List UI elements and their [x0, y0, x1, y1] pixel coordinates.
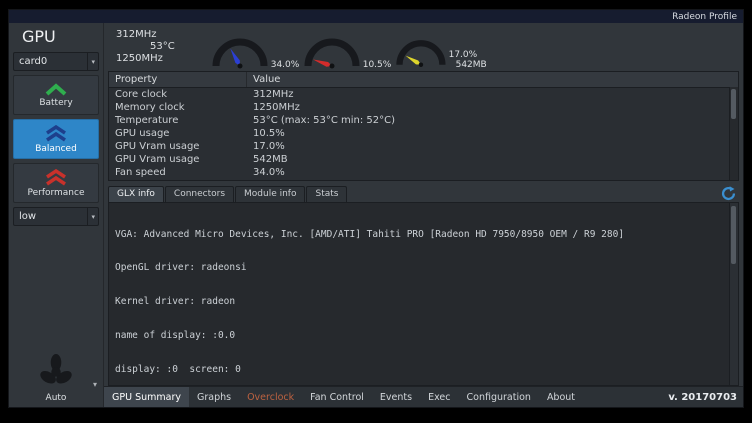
tab-overclock[interactable]: Overclock: [239, 387, 302, 407]
glx-line: Kernel driver: radeon: [115, 296, 732, 307]
temperature-label: 53°C: [150, 41, 175, 53]
gpu-label: GPU: [22, 27, 103, 46]
tab-exec[interactable]: Exec: [420, 387, 458, 407]
battery-profile-button[interactable]: Battery: [13, 75, 99, 115]
chevron-down-icon: ▾: [87, 208, 98, 225]
property-cell: Temperature: [109, 115, 247, 126]
balanced-icon: [44, 125, 68, 142]
table-row: Temperature 53°C (max: 53°C min: 52°C): [109, 114, 738, 127]
glx-line: OpenGL driver: radeonsi: [115, 262, 732, 273]
table-row: GPU Vram usage 542MB: [109, 153, 738, 166]
refresh-icon: [721, 186, 736, 201]
property-cell: GPU Vram usage: [109, 141, 247, 152]
tab-gpu-summary[interactable]: GPU Summary: [104, 387, 189, 407]
window-title: Radeon Profile: [672, 12, 737, 22]
column-header-value: Value: [247, 72, 280, 87]
tab-module-info[interactable]: Module info: [235, 186, 305, 202]
fan-icon: [37, 353, 75, 391]
table-row: GPU usage 10.5%: [109, 127, 738, 140]
battery-icon: [44, 83, 68, 96]
value-cell: 10.5%: [247, 128, 285, 139]
column-header-property: Property: [109, 72, 247, 87]
gauge-value-label: 10.5%: [363, 60, 392, 70]
glx-scrollbar[interactable]: [729, 203, 738, 385]
property-cell: GPU Vram usage: [109, 154, 247, 165]
titlebar: Radeon Profile: [9, 10, 743, 23]
tab-events[interactable]: Events: [372, 387, 420, 407]
property-cell: GPU usage: [109, 128, 247, 139]
memory-clock-label: 1250MHz: [116, 53, 175, 65]
bottombar-spacer: [583, 387, 668, 407]
performance-icon: [44, 169, 68, 186]
chevron-down-icon: ▾: [87, 53, 98, 70]
gauge-dial: [303, 37, 361, 71]
property-cell: Fan speed: [109, 167, 247, 178]
tab-fan-control[interactable]: Fan Control: [302, 387, 372, 407]
table-row: GPU Vram usage 17.0%: [109, 140, 738, 153]
gauge-fan-speed: 34.0%: [211, 29, 303, 71]
screen: Radeon Profile GPU card0 ▾ Battery: [0, 0, 752, 423]
profile-label: Balanced: [35, 144, 77, 154]
info-tabstrip: GLX info Connectors Module info Stats: [108, 184, 739, 202]
power-level-value: low: [19, 211, 36, 222]
gauge-dial: [211, 37, 269, 71]
sidebar: GPU card0 ▾ Battery Balanced: [9, 23, 104, 407]
tab-stats[interactable]: Stats: [306, 186, 347, 202]
core-clock-label: 312MHz: [116, 29, 175, 41]
glx-line: display: :0 screen: 0: [115, 364, 732, 375]
table-header-row: Property Value: [109, 72, 738, 88]
glx-line: name of display: :0.0: [115, 330, 732, 341]
gauge-value-label: 17.0%: [449, 50, 487, 60]
clock-readouts: 312MHz 53°C 1250MHz: [116, 29, 175, 71]
refresh-button[interactable]: [718, 185, 738, 201]
property-cell: Memory clock: [109, 102, 247, 113]
glx-line: VGA: Advanced Micro Devices, Inc. [AMD/A…: [115, 229, 732, 240]
value-cell: 34.0%: [247, 167, 285, 178]
fan-profile-select[interactable]: ▾ Auto: [13, 353, 99, 403]
tab-configuration[interactable]: Configuration: [459, 387, 539, 407]
table-scrollbar-thumb[interactable]: [731, 89, 736, 119]
table-row: Core clock 312MHz: [109, 88, 738, 101]
value-cell: 312MHz: [247, 89, 293, 100]
value-cell: 17.0%: [247, 141, 285, 152]
window-body: GPU card0 ▾ Battery Balanced: [9, 23, 743, 407]
gauge-dial: [395, 37, 447, 71]
profile-label: Performance: [27, 188, 84, 198]
value-cell: 1250MHz: [247, 102, 300, 113]
tab-glx-info[interactable]: GLX info: [108, 186, 164, 202]
app-window: Radeon Profile GPU card0 ▾ Battery: [8, 9, 744, 408]
gauge-value-label: 34.0%: [271, 60, 300, 70]
gauge-vram-usage: 17.0% 542MB: [395, 29, 487, 71]
gauge-sub-label: 542MB: [456, 60, 487, 70]
card-select[interactable]: card0 ▾: [13, 52, 99, 71]
performance-profile-button[interactable]: Performance: [13, 163, 99, 203]
value-cell: 542MB: [247, 154, 288, 165]
glx-info-text: VGA: Advanced Micro Devices, Inc. [AMD/A…: [109, 203, 738, 386]
property-table: Property Value Core clock 312MHz Memory …: [108, 71, 739, 181]
profile-label: Battery: [39, 98, 72, 108]
power-level-select[interactable]: low ▾: [13, 207, 99, 226]
card-select-value: card0: [19, 56, 47, 67]
balanced-profile-button[interactable]: Balanced: [13, 119, 99, 159]
property-cell: Core clock: [109, 89, 247, 100]
tab-about[interactable]: About: [539, 387, 583, 407]
glx-scrollbar-thumb[interactable]: [731, 206, 736, 264]
chevron-down-icon: ▾: [93, 380, 97, 389]
sidebar-spacer: [9, 228, 103, 351]
gauges: 34.0% 10.5%: [211, 29, 487, 71]
table-scrollbar[interactable]: [729, 87, 738, 180]
value-cell: 53°C (max: 53°C min: 52°C): [247, 115, 395, 126]
tab-graphs[interactable]: Graphs: [189, 387, 239, 407]
overview-strip: 312MHz 53°C 1250MHz 34.0%: [108, 23, 739, 71]
glx-info-panel: VGA: Advanced Micro Devices, Inc. [AMD/A…: [108, 202, 739, 386]
bottom-tabbar: GPU Summary Graphs Overclock Fan Control…: [104, 386, 743, 407]
main-panel: 312MHz 53°C 1250MHz 34.0%: [104, 23, 743, 407]
version-label: v. 20170703: [668, 387, 743, 407]
tab-connectors[interactable]: Connectors: [165, 186, 234, 202]
fan-profile-label: Auto: [13, 393, 99, 403]
table-row: Fan speed 34.0%: [109, 166, 738, 179]
gauge-gpu-usage: 10.5%: [303, 29, 395, 71]
table-row: Memory clock 1250MHz: [109, 101, 738, 114]
